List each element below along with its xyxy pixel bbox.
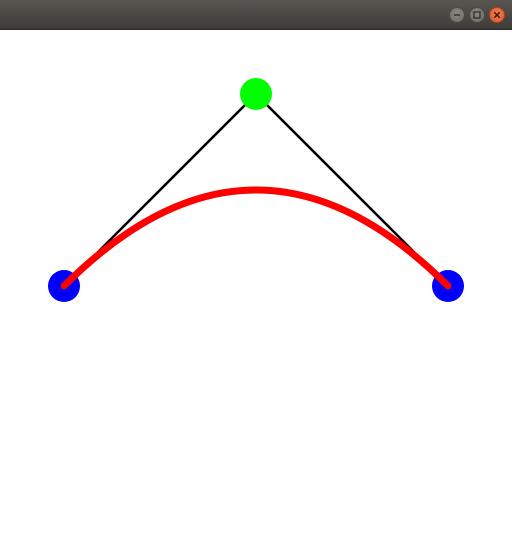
bezier-curve [60,186,452,290]
control-point[interactable] [240,78,272,110]
maximize-button[interactable] [469,7,485,23]
close-icon [493,11,501,19]
drawing-canvas[interactable] [0,30,512,542]
app-window [0,0,512,542]
maximize-icon [473,11,481,19]
minimize-icon [454,14,460,16]
window-titlebar[interactable] [0,0,512,30]
close-button[interactable] [489,7,505,23]
minimize-button[interactable] [449,7,465,23]
